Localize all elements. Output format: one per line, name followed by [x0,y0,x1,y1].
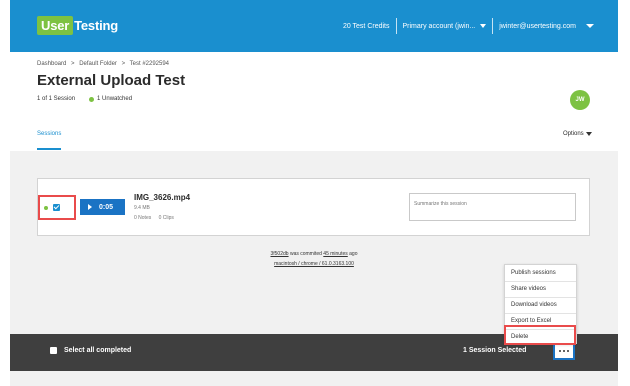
session-meta: 1 of 1 Session 1 Unwatched [37,96,132,102]
breadcrumb-folder[interactable]: Default Folder [79,61,117,67]
file-size: 9.4 MB [134,205,150,211]
account-selector-label: Primary account (jwin... [402,22,476,30]
options-dropdown[interactable]: Options [563,131,592,137]
video-duration: 0:05 [99,203,114,211]
avatar[interactable]: JW [570,90,590,110]
chevron-down-icon [586,23,594,28]
divider [395,18,397,34]
active-tab-indicator [37,148,61,150]
breadcrumb-separator: > [71,61,75,67]
select-all-checkbox[interactable] [50,347,57,354]
menu-item-share[interactable]: Share videos [511,286,546,292]
usertesting-logo[interactable]: User Testing [37,15,118,36]
top-nav-bar: User Testing 20 Test Credits Primary acco… [10,0,618,52]
selected-count: 1 Session Selected [463,347,527,354]
chevron-down-icon [480,23,487,28]
session-count: 1 of 1 Session [37,96,76,102]
options-label: Options [563,131,584,137]
dot [567,350,569,352]
user-menu[interactable]: jwinter@usertesting.com [499,23,594,30]
chevron-down-icon [585,132,592,136]
tab-sessions[interactable]: Sessions [37,131,61,137]
breadcrumb-test[interactable]: Test #2292594 [130,61,169,67]
commit-text-suffix: ago [349,251,358,257]
app-frame: User Testing 20 Test Credits Primary acco… [10,0,618,386]
session-status-dot-icon [44,206,48,210]
select-all-label[interactable]: Select all completed [64,347,131,354]
breadcrumb-dashboard[interactable]: Dashboard [37,61,66,67]
menu-divider [505,313,576,314]
user-email: jwinter@usertesting.com [499,22,576,30]
commit-info: 3f502db was commited 45 minutes ago [10,251,618,257]
delete-highlight [504,325,576,345]
platform-string: macintosh / chrome / 61.0.3163.100 [274,261,354,267]
commit-text: was commited [289,251,322,257]
clips-count: 0 Clips [158,215,174,221]
commit-time: 45 minutes [323,251,348,257]
page-title: External Upload Test [37,72,186,89]
menu-divider [505,281,576,282]
logo-testing-part: Testing [74,18,118,33]
unwatched-dot-icon [89,96,95,102]
session-checkbox[interactable] [53,204,60,211]
breadcrumb-separator: > [121,61,126,67]
dot [563,350,565,352]
breadcrumb: Dashboard > Default Folder > Test #22925… [37,61,172,67]
logo-user-part: User [37,16,74,35]
file-name[interactable]: IMG_3626.mp4 [134,193,190,202]
menu-item-publish[interactable]: Publish sessions [511,270,556,276]
account-controls: 20 Test Credits Primary account (jwin...… [343,17,594,35]
menu-item-export[interactable]: Export to Excel [511,318,551,324]
account-selector[interactable]: Primary account (jwin... [403,23,487,30]
play-button[interactable]: 0:05 [80,199,125,215]
dot [559,350,561,352]
notes-count: 0 Notes [134,215,152,221]
unwatched-count: 1 Unwatched [97,96,133,102]
summary-input[interactable]: Summarize this session [409,193,576,221]
notes-clips: 0 Notes 0 Clips [134,215,180,221]
play-icon [88,204,92,210]
commit-hash[interactable]: 3f502db [270,251,288,257]
test-credits: 20 Test Credits [342,22,390,30]
menu-divider [505,297,576,298]
divider [492,18,494,34]
menu-item-download[interactable]: Download videos [511,302,557,308]
page-header: Dashboard > Default Folder > Test #22925… [10,52,618,151]
